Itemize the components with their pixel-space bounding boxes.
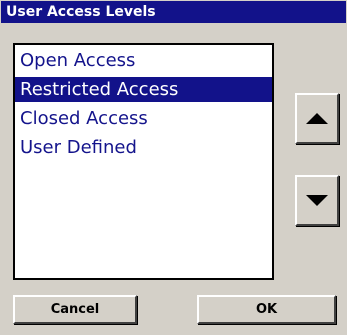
access-level-list[interactable]: Open Access Restricted Access Closed Acc… <box>13 43 274 280</box>
arrow-up-icon <box>306 113 328 124</box>
list-item-restricted-access[interactable]: Restricted Access <box>15 77 272 102</box>
window-title: User Access Levels <box>1 1 346 23</box>
cancel-button[interactable]: Cancel <box>13 295 137 324</box>
move-up-button[interactable] <box>295 93 339 144</box>
ok-button[interactable]: OK <box>197 295 336 324</box>
user-access-levels-dialog: User Access Levels Open Access Restricte… <box>0 0 347 335</box>
list-item-closed-access[interactable]: Closed Access <box>15 106 272 131</box>
list-item-open-access[interactable]: Open Access <box>15 48 272 73</box>
move-down-button[interactable] <box>295 175 339 226</box>
list-item-user-defined[interactable]: User Defined <box>15 135 272 160</box>
arrow-down-icon <box>306 195 328 206</box>
